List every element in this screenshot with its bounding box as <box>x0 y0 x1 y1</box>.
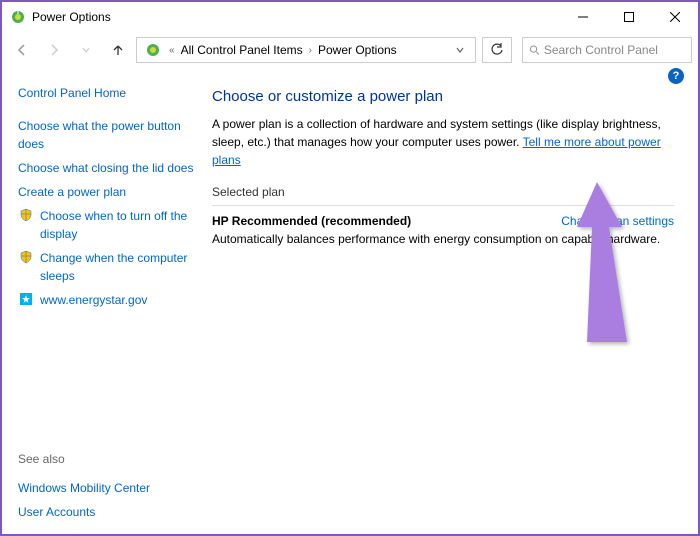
shield-icon <box>18 207 34 223</box>
control-panel-home-link[interactable]: Control Panel Home <box>18 86 194 100</box>
maximize-button[interactable] <box>606 2 652 32</box>
search-icon <box>529 44 540 56</box>
window-title: Power Options <box>32 10 560 24</box>
page-description: A power plan is a collection of hardware… <box>212 115 674 169</box>
breadcrumb-level1[interactable]: All Control Panel Items <box>179 43 305 57</box>
breadcrumb-level2[interactable]: Power Options <box>316 43 399 57</box>
breadcrumb-icon <box>145 42 161 58</box>
sidebar-link-turn-off-display[interactable]: Choose when to turn off the display <box>40 207 194 243</box>
breadcrumb-sep: « <box>169 45 175 56</box>
chevron-right-icon[interactable]: › <box>309 45 312 56</box>
sidebar-link-lid[interactable]: Choose what closing the lid does <box>18 159 193 177</box>
recent-dropdown-button[interactable] <box>72 36 100 64</box>
plan-name: HP Recommended (recommended) <box>212 214 411 228</box>
change-plan-settings-link[interactable]: Change plan settings <box>561 214 674 228</box>
plan-row: HP Recommended (recommended) Change plan… <box>212 214 674 228</box>
sidebar-link-energystar[interactable]: www.energystar.gov <box>40 291 147 309</box>
address-bar[interactable]: « All Control Panel Items › Power Option… <box>136 37 476 63</box>
up-button[interactable] <box>104 36 132 64</box>
energystar-icon <box>18 291 34 307</box>
content-area: Control Panel Home Choose what the power… <box>2 68 698 534</box>
power-options-icon <box>10 9 26 25</box>
sidebar-link-mobility[interactable]: Windows Mobility Center <box>18 479 150 497</box>
sidebar: Control Panel Home Choose what the power… <box>2 68 202 534</box>
back-button[interactable] <box>8 36 36 64</box>
sidebar-link-sleeps[interactable]: Change when the computer sleeps <box>40 249 194 285</box>
shield-icon <box>18 249 34 265</box>
page-heading: Choose or customize a power plan <box>212 88 674 105</box>
forward-button[interactable] <box>40 36 68 64</box>
section-label-selected-plan: Selected plan <box>212 185 674 206</box>
navigation-bar: « All Control Panel Items › Power Option… <box>2 32 698 68</box>
address-dropdown-button[interactable] <box>449 45 471 55</box>
window-controls <box>560 2 698 32</box>
refresh-button[interactable] <box>482 37 512 63</box>
sidebar-link-accounts[interactable]: User Accounts <box>18 503 95 521</box>
plan-description: Automatically balances performance with … <box>212 232 674 246</box>
titlebar: Power Options <box>2 2 698 32</box>
minimize-button[interactable] <box>560 2 606 32</box>
see-also-heading: See also <box>18 452 194 466</box>
close-button[interactable] <box>652 2 698 32</box>
main-panel: Choose or customize a power plan A power… <box>202 68 698 534</box>
sidebar-link-create-plan[interactable]: Create a power plan <box>18 183 126 201</box>
sidebar-link-power-button[interactable]: Choose what the power button does <box>18 117 194 153</box>
search-box[interactable] <box>522 37 692 63</box>
search-input[interactable] <box>544 43 685 57</box>
